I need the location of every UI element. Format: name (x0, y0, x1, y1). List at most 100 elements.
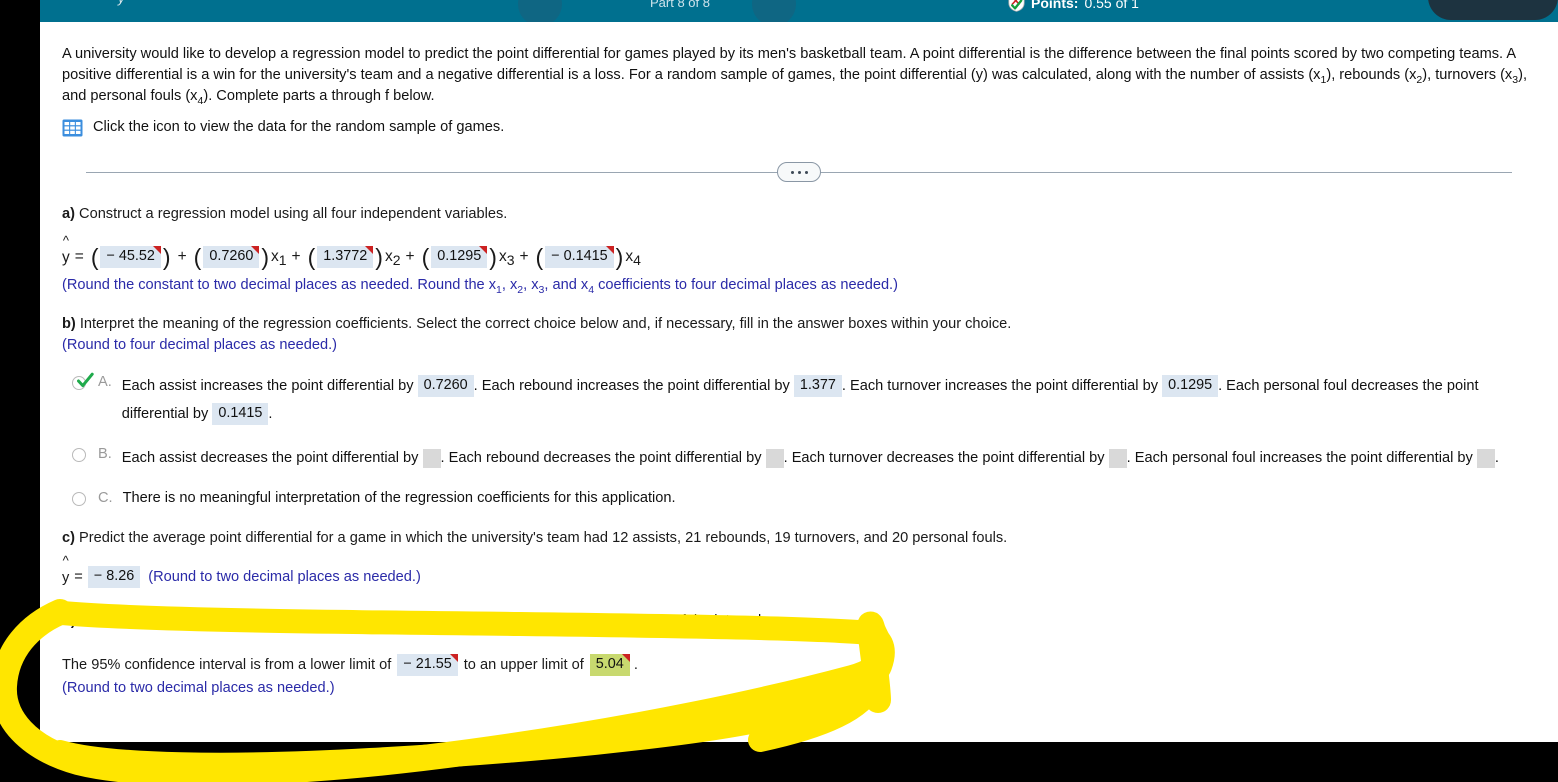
rounding-note-5: coefficients to four decimal places as n… (594, 277, 898, 293)
close-paren-3: ) (489, 244, 497, 270)
var-x2-sub: 2 (392, 252, 401, 269)
close-paren-2: ) (375, 244, 383, 270)
part-b-label: b) (62, 316, 76, 332)
choice-a-radio-wrap[interactable] (72, 372, 94, 394)
plus-2: + (291, 248, 301, 265)
choice-b-seg-3: . Each turnover decreases the point diff… (783, 450, 1105, 466)
expand-dots-button[interactable] (777, 162, 821, 182)
choice-a[interactable]: A. Each assist increases the point diffe… (62, 372, 1536, 428)
open-paren-3: ( (421, 244, 430, 270)
dot-3 (804, 170, 808, 174)
open-paren-0: ( (90, 244, 99, 270)
choice-b-input-1[interactable] (422, 448, 441, 468)
choice-c[interactable]: C. There is no meaningful interpretation… (62, 488, 1536, 510)
part-b-rounding-note: (Round to four decimal places as needed.… (62, 337, 338, 353)
plus-3: + (405, 248, 415, 265)
choice-b-seg-1: Each assist decreases the point differen… (121, 450, 419, 466)
choice-c-text: There is no meaningful interpretation of… (122, 490, 676, 506)
part-c-text: Predict the average point differential f… (74, 530, 1008, 546)
upper-limit-input[interactable]: 5.04 (589, 654, 630, 676)
rounding-note-4: , and x (544, 277, 589, 293)
var-x2: x2 (384, 248, 401, 269)
part-d-text: Construct a 95% confidence interval for … (75, 613, 766, 629)
question-header-bar: y Part 8 of 8 Points: 0.55 of 1 (40, 0, 1558, 22)
choice-a-seg-3: . Each turnover increases the point diff… (841, 378, 1158, 394)
open-paren-1: ( (193, 244, 202, 270)
previous-part-button[interactable] (518, 0, 562, 22)
header-menu-pill[interactable] (1428, 0, 1558, 20)
open-paren-2: ( (307, 244, 316, 270)
part-d-spacer (62, 632, 1536, 644)
part-a-label: a) (62, 206, 75, 222)
part-a-rounding-note: (Round the constant to two decimal place… (62, 275, 1536, 296)
constant-input[interactable]: − 45.52 (100, 246, 162, 268)
part-b-choice-group[interactable]: A. Each assist increases the point diffe… (62, 372, 1536, 510)
prompt-text-3: ), turnovers (x (1422, 67, 1513, 83)
choice-c-letter: C. (98, 490, 113, 506)
choice-b-letter: B. (98, 446, 112, 462)
coef-x2-input[interactable]: 1.3772 (317, 246, 374, 268)
choice-a-seg-5: . (268, 406, 273, 422)
part-a-question: a) Construct a regression model using al… (62, 204, 1536, 225)
spreadsheet-icon[interactable] (62, 119, 83, 137)
close-paren-0: ) (162, 244, 171, 270)
coef-x3-input[interactable]: 0.1295 (431, 246, 488, 268)
coef-x1-input[interactable]: 0.7260 (203, 246, 260, 268)
choice-b-input-3[interactable] (1108, 448, 1127, 468)
choice-b-input-4[interactable] (1476, 448, 1495, 468)
part-c-hat-accent: ^ (62, 553, 69, 568)
dot-2 (797, 170, 801, 174)
view-data-link[interactable]: Click the icon to view the data for the … (62, 117, 1536, 138)
points-display: Points: 0.55 of 1 (1008, 0, 1139, 12)
choice-b[interactable]: B. Each assist decreases the point diffe… (62, 444, 1536, 472)
choice-b-radio[interactable] (72, 448, 86, 462)
part-indicator: Part 8 of 8 (650, 0, 710, 10)
choice-a-input-2[interactable]: 1.377 (793, 375, 842, 398)
lower-limit-input[interactable]: − 21.55 (397, 654, 459, 676)
part-d-question: d) Construct a 95% confidence interval f… (62, 611, 1536, 632)
points-label: Points: (1031, 0, 1079, 11)
part-c-y-hat: ^ y (62, 554, 69, 589)
var-x4-sub: 4 (633, 252, 641, 269)
part-a-equation: ^ y = ( − 45.52 ) + ( 0.7260 ) x1 + ( 1.3… (62, 234, 1536, 270)
part-b-text: Interpret the meaning of the regression … (75, 316, 1012, 332)
section-divider (62, 162, 1536, 182)
part-c-question: c) Predict the average point differentia… (62, 528, 1536, 549)
rounding-note-3: , x (523, 277, 539, 293)
choice-a-input-1[interactable]: 0.7260 (417, 375, 474, 398)
choice-b-radio-wrap[interactable] (72, 446, 92, 466)
var-x1: x1 (271, 248, 287, 269)
part-b-question: b) Interpret the meaning of the regressi… (62, 314, 1536, 335)
correct-check-icon (77, 372, 94, 388)
var-x3-sub: 3 (506, 252, 515, 269)
choice-a-seg-2: . Each rebound increases the point diffe… (473, 378, 790, 394)
question-content-panel: A university would like to develop a reg… (40, 22, 1558, 742)
part-d-rounding-note: (Round to two decimal places as needed.) (62, 680, 335, 696)
view-data-label[interactable]: Click the icon to view the data for the … (93, 117, 504, 138)
var-x3: x3 (498, 248, 515, 269)
part-c-rounding-note: (Round to two decimal places as needed.) (148, 569, 421, 585)
screen-root: y Part 8 of 8 Points: 0.55 of 1 (0, 0, 1558, 782)
dot-1 (790, 170, 794, 174)
plus-4: + (519, 248, 529, 265)
choice-b-input-2[interactable] (765, 448, 784, 468)
close-paren-1: ) (261, 244, 269, 270)
y-symbol: y (62, 249, 70, 266)
choice-c-radio[interactable] (72, 492, 86, 506)
part-c-equals: = (74, 569, 83, 585)
equals-sign: = (74, 248, 84, 265)
choice-a-text: Each assist increases the point differen… (122, 372, 1536, 428)
choice-a-input-3[interactable]: 0.1295 (1162, 375, 1219, 398)
points-value: 0.55 of 1 (1084, 0, 1139, 11)
part-c-label: c) (62, 530, 75, 546)
choice-a-input-4[interactable]: 0.1415 (212, 403, 269, 426)
rounding-note-2: , x (501, 277, 518, 293)
coef-x4-input[interactable]: − 0.1415 (545, 246, 615, 268)
choice-c-radio-wrap[interactable] (72, 490, 92, 510)
question-prompt: A university would like to develop a reg… (62, 44, 1536, 107)
part-c-answer-input[interactable]: − 8.26 (87, 566, 141, 588)
part-d-sentence-2: to an upper limit of (463, 657, 584, 673)
part-c-answer-row: ^ y = − 8.26 (Round to two decimal places… (62, 554, 1536, 589)
choice-b-seg-4: . Each personal foul increases the point… (1126, 450, 1473, 466)
rounding-note-1: (Round the constant to two decimal place… (62, 277, 497, 293)
